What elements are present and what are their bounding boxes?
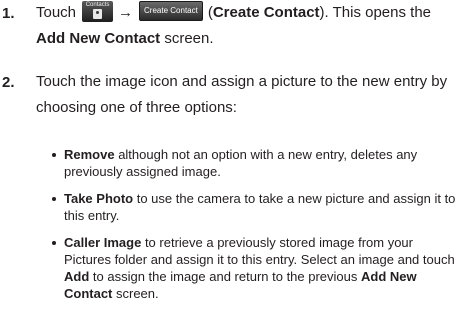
contact-card-icon (93, 8, 103, 19)
options-list: Remove although not an option with a new… (52, 146, 462, 312)
bullet-icon (52, 241, 56, 245)
option-name: Take Photo (64, 191, 134, 206)
option-name: Remove (64, 147, 115, 162)
create-contact-label: Create Contact (212, 4, 320, 21)
step-2-text: Touch the image icon and assign a pictur… (36, 73, 448, 116)
create-contact-button-image: Create Contact (139, 1, 203, 22)
screen-suffix: screen. (160, 30, 214, 47)
option-name: Caller Image (64, 235, 142, 250)
step-1-intro: Touch (36, 4, 77, 21)
document-page: 1. Touch Contacts → Create Contact (Create C… (0, 0, 473, 324)
option-description-end: screen. (112, 286, 159, 301)
list-item: Take Photo to use the camera to take a n… (52, 190, 462, 224)
contacts-icon-label: Contacts (85, 1, 110, 8)
step-1-text: Touch Contacts → Create Contact (Create Cont… (36, 0, 470, 52)
add-new-contact-label: Add New Contact (36, 30, 161, 47)
option-description-cont: to assign the image and return to the pr… (89, 269, 361, 284)
right-arrow-icon: → (118, 4, 134, 21)
add-label: Add (64, 269, 90, 284)
list-item: Remove although not an option with a new… (52, 146, 462, 180)
bullet-icon (52, 197, 56, 201)
contacts-app-icon: Contacts (82, 0, 114, 22)
step-1-suffix: ). This opens the (319, 4, 431, 21)
bullet-icon (52, 153, 56, 157)
option-description: although not an option with a new entry,… (64, 147, 418, 179)
step-number: 2. (2, 74, 15, 91)
list-item: Caller Image to retrieve a previously st… (52, 234, 462, 302)
step-number: 1. (2, 5, 15, 22)
